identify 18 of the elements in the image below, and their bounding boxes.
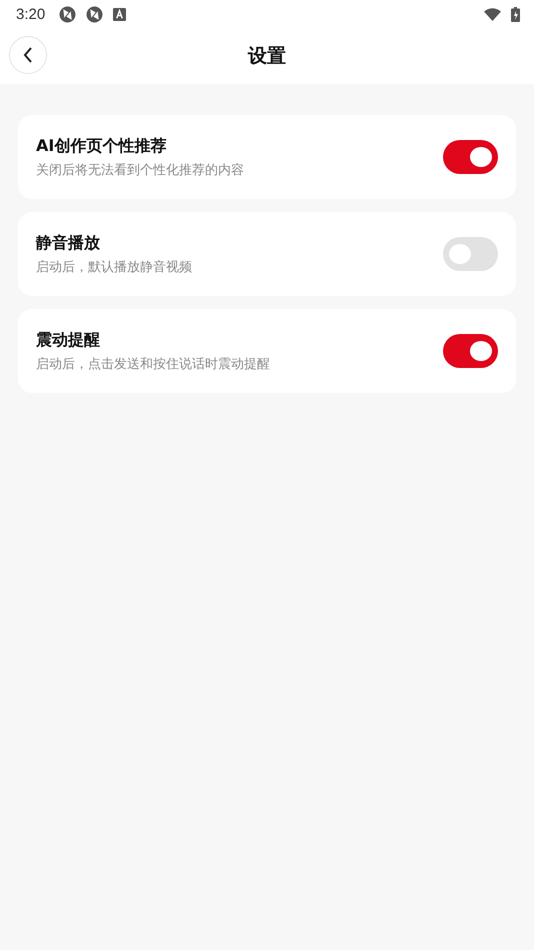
toggle-switch[interactable] bbox=[443, 334, 498, 368]
status-time: 3:20 bbox=[16, 6, 46, 22]
battery-icon bbox=[511, 6, 520, 22]
toggle-switch[interactable] bbox=[443, 237, 498, 271]
aperture-icon bbox=[86, 6, 104, 22]
wifi-icon bbox=[484, 8, 501, 20]
keyboard-icon bbox=[113, 8, 126, 20]
setting-title: 静音播放 bbox=[36, 232, 101, 254]
back-button[interactable] bbox=[9, 36, 47, 74]
setting-title: AI创作页个性推荐 bbox=[36, 136, 168, 156]
setting-description: 启动后，默认播放静音视频 bbox=[36, 258, 193, 276]
setting-title: 震动提醒 bbox=[36, 330, 101, 350]
setting-description: 关闭后将无法看到个性化推荐的内容 bbox=[36, 162, 245, 178]
back-icon bbox=[22, 46, 34, 64]
page-title: 设置 bbox=[248, 44, 286, 69]
setting-description: 启动后，点击发送和按住说话时震动提醒 bbox=[36, 356, 271, 372]
aperture-icon bbox=[59, 6, 76, 22]
toggle-switch[interactable] bbox=[443, 140, 498, 174]
